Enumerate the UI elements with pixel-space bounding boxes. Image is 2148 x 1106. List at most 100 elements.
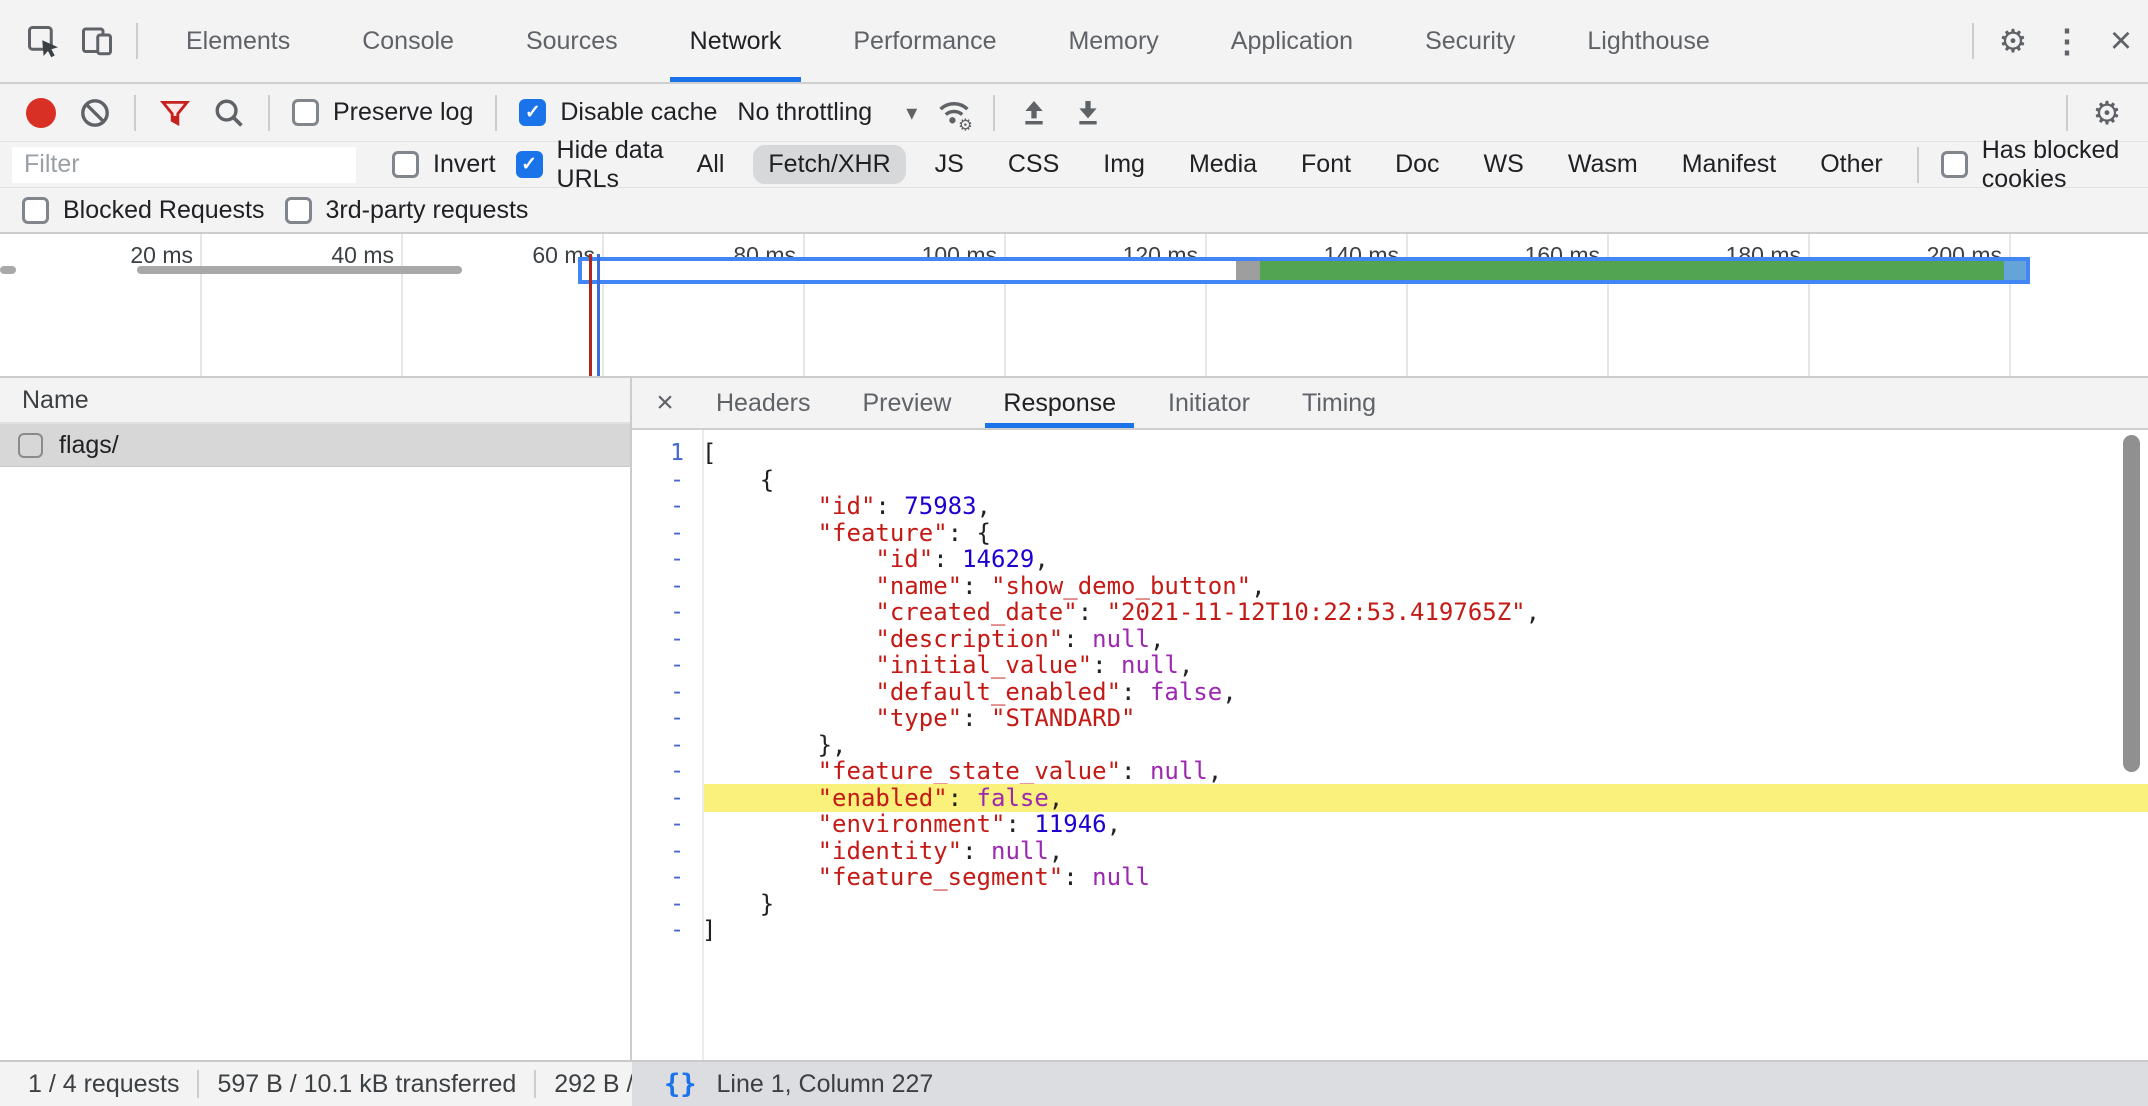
blocked-requests-checkbox[interactable]: Blocked Requests bbox=[22, 196, 265, 225]
code-token bbox=[702, 651, 875, 679]
filter-type-css[interactable]: CSS bbox=[993, 145, 1074, 184]
fold-marker[interactable]: - bbox=[632, 679, 702, 705]
fold-marker[interactable]: - bbox=[632, 599, 702, 625]
third-party-requests-checkbox[interactable]: 3rd-party requests bbox=[285, 196, 529, 225]
code-token: : bbox=[1092, 651, 1121, 679]
fold-marker[interactable]: - bbox=[632, 917, 702, 943]
fold-marker[interactable]: - bbox=[632, 785, 702, 811]
tab-lighthouse[interactable]: Lighthouse bbox=[1551, 0, 1745, 82]
close-detail-button[interactable]: × bbox=[640, 378, 690, 428]
code-line: -] bbox=[632, 917, 2148, 944]
tab-memory[interactable]: Memory bbox=[1032, 0, 1194, 82]
detail-tab-initiator[interactable]: Initiator bbox=[1142, 378, 1276, 428]
more-options-button[interactable]: ⋮ bbox=[2040, 14, 2094, 68]
close-devtools-button[interactable]: × bbox=[2094, 14, 2148, 68]
hide-data-urls-checkbox[interactable]: ✓ Hide data URLs bbox=[516, 136, 665, 194]
editor-scrollbar-thumb[interactable] bbox=[2123, 435, 2140, 772]
tab-sources[interactable]: Sources bbox=[490, 0, 654, 82]
detail-tab-preview[interactable]: Preview bbox=[837, 378, 978, 428]
code-line-text: "id": 14629, bbox=[702, 545, 2148, 573]
divider bbox=[197, 1070, 199, 1098]
timeline-tick-label: 20 ms bbox=[43, 242, 193, 269]
request-checkbox[interactable] bbox=[18, 433, 43, 458]
filter-type-doc[interactable]: Doc bbox=[1380, 145, 1454, 184]
detail-tab-timing[interactable]: Timing bbox=[1276, 378, 1402, 428]
export-har-button[interactable] bbox=[1061, 86, 1115, 140]
network-settings-button[interactable]: ⚙ bbox=[2080, 86, 2134, 140]
clear-network-log-button[interactable] bbox=[68, 86, 122, 140]
third-party-requests-label: 3rd-party requests bbox=[326, 196, 529, 225]
network-conditions-button[interactable]: ⚙ bbox=[927, 86, 981, 140]
has-blocked-cookies-checkbox[interactable]: Has blocked cookies bbox=[1941, 136, 2126, 194]
detail-tab-response[interactable]: Response bbox=[977, 378, 1142, 428]
filter-type-fetch-xhr[interactable]: Fetch/XHR bbox=[753, 145, 905, 184]
fold-marker[interactable]: - bbox=[632, 626, 702, 652]
device-toolbar-icon bbox=[79, 23, 115, 59]
invert-label: Invert bbox=[433, 150, 496, 179]
filter-toggle-button[interactable] bbox=[148, 86, 202, 140]
name-column-header[interactable]: Name bbox=[0, 378, 630, 424]
request-row-flags[interactable]: flags/ bbox=[0, 424, 630, 467]
disable-cache-checkbox[interactable]: ✓ Disable cache bbox=[519, 98, 717, 127]
response-editor[interactable]: 1[- {- "id": 75983,- "feature": {- "id":… bbox=[632, 430, 2148, 1060]
invert-checkbox[interactable]: Invert bbox=[392, 150, 496, 179]
fold-marker[interactable]: - bbox=[632, 811, 702, 837]
filter-input[interactable] bbox=[12, 147, 356, 183]
fold-marker[interactable]: - bbox=[632, 467, 702, 493]
fold-marker[interactable]: - bbox=[632, 891, 702, 917]
line-number[interactable]: 1 bbox=[632, 440, 702, 466]
preserve-log-checkbox[interactable]: Preserve log bbox=[292, 98, 473, 127]
fold-marker[interactable]: - bbox=[632, 652, 702, 678]
fold-marker[interactable]: - bbox=[632, 493, 702, 519]
settings-button[interactable]: ⚙ bbox=[1986, 14, 2040, 68]
filter-type-js[interactable]: JS bbox=[920, 145, 979, 184]
fold-marker[interactable]: - bbox=[632, 546, 702, 572]
tab-console[interactable]: Console bbox=[326, 0, 490, 82]
blocked-requests-label: Blocked Requests bbox=[63, 196, 265, 225]
tab-network[interactable]: Network bbox=[654, 0, 818, 82]
detail-tab-headers[interactable]: Headers bbox=[690, 378, 837, 428]
request-bar-segment bbox=[582, 261, 1236, 280]
code-line-text: [ bbox=[702, 439, 2148, 467]
fold-marker[interactable]: - bbox=[632, 573, 702, 599]
tab-performance[interactable]: Performance bbox=[817, 0, 1032, 82]
code-token: "created_date" bbox=[875, 598, 1077, 626]
code-token: null bbox=[1092, 625, 1150, 653]
code-token: [ bbox=[702, 439, 716, 467]
throttling-select[interactable]: No throttling ▾ bbox=[737, 98, 917, 127]
code-token: , bbox=[1251, 572, 1265, 600]
filter-type-font[interactable]: Font bbox=[1286, 145, 1366, 184]
code-token: null bbox=[1121, 651, 1179, 679]
code-token bbox=[702, 625, 875, 653]
filter-type-ws[interactable]: WS bbox=[1469, 145, 1539, 184]
record-network-log-button[interactable] bbox=[14, 86, 68, 140]
search-button[interactable] bbox=[202, 86, 256, 140]
filter-type-img[interactable]: Img bbox=[1088, 145, 1160, 184]
import-har-button[interactable] bbox=[1007, 86, 1061, 140]
code-line: - "feature_segment": null bbox=[632, 864, 2148, 891]
tab-elements[interactable]: Elements bbox=[150, 0, 326, 82]
fold-marker[interactable]: - bbox=[632, 838, 702, 864]
inspect-element-button[interactable] bbox=[16, 14, 70, 68]
filter-type-other[interactable]: Other bbox=[1805, 145, 1898, 184]
filter-type-media[interactable]: Media bbox=[1174, 145, 1272, 184]
fold-marker[interactable]: - bbox=[632, 705, 702, 731]
network-overview-timeline[interactable]: 20 ms40 ms60 ms80 ms100 ms120 ms140 ms16… bbox=[0, 232, 2148, 378]
fold-marker[interactable]: - bbox=[632, 732, 702, 758]
tab-security[interactable]: Security bbox=[1389, 0, 1551, 82]
code-token: "feature_segment" bbox=[818, 863, 1064, 891]
tab-application[interactable]: Application bbox=[1195, 0, 1389, 82]
filter-type-manifest[interactable]: Manifest bbox=[1667, 145, 1791, 184]
request-bar-segment bbox=[1236, 261, 1260, 280]
code-token: "initial_value" bbox=[875, 651, 1092, 679]
device-toolbar-button[interactable] bbox=[70, 14, 124, 68]
timeline-gridline bbox=[1406, 234, 1408, 376]
fold-marker[interactable]: - bbox=[632, 758, 702, 784]
upload-icon bbox=[1018, 97, 1050, 129]
throttling-value: No throttling bbox=[737, 98, 872, 127]
fold-marker[interactable]: - bbox=[632, 864, 702, 890]
filter-type-all[interactable]: All bbox=[682, 145, 740, 184]
fold-marker[interactable]: - bbox=[632, 520, 702, 546]
filter-type-wasm[interactable]: Wasm bbox=[1553, 145, 1653, 184]
divider bbox=[495, 95, 497, 131]
